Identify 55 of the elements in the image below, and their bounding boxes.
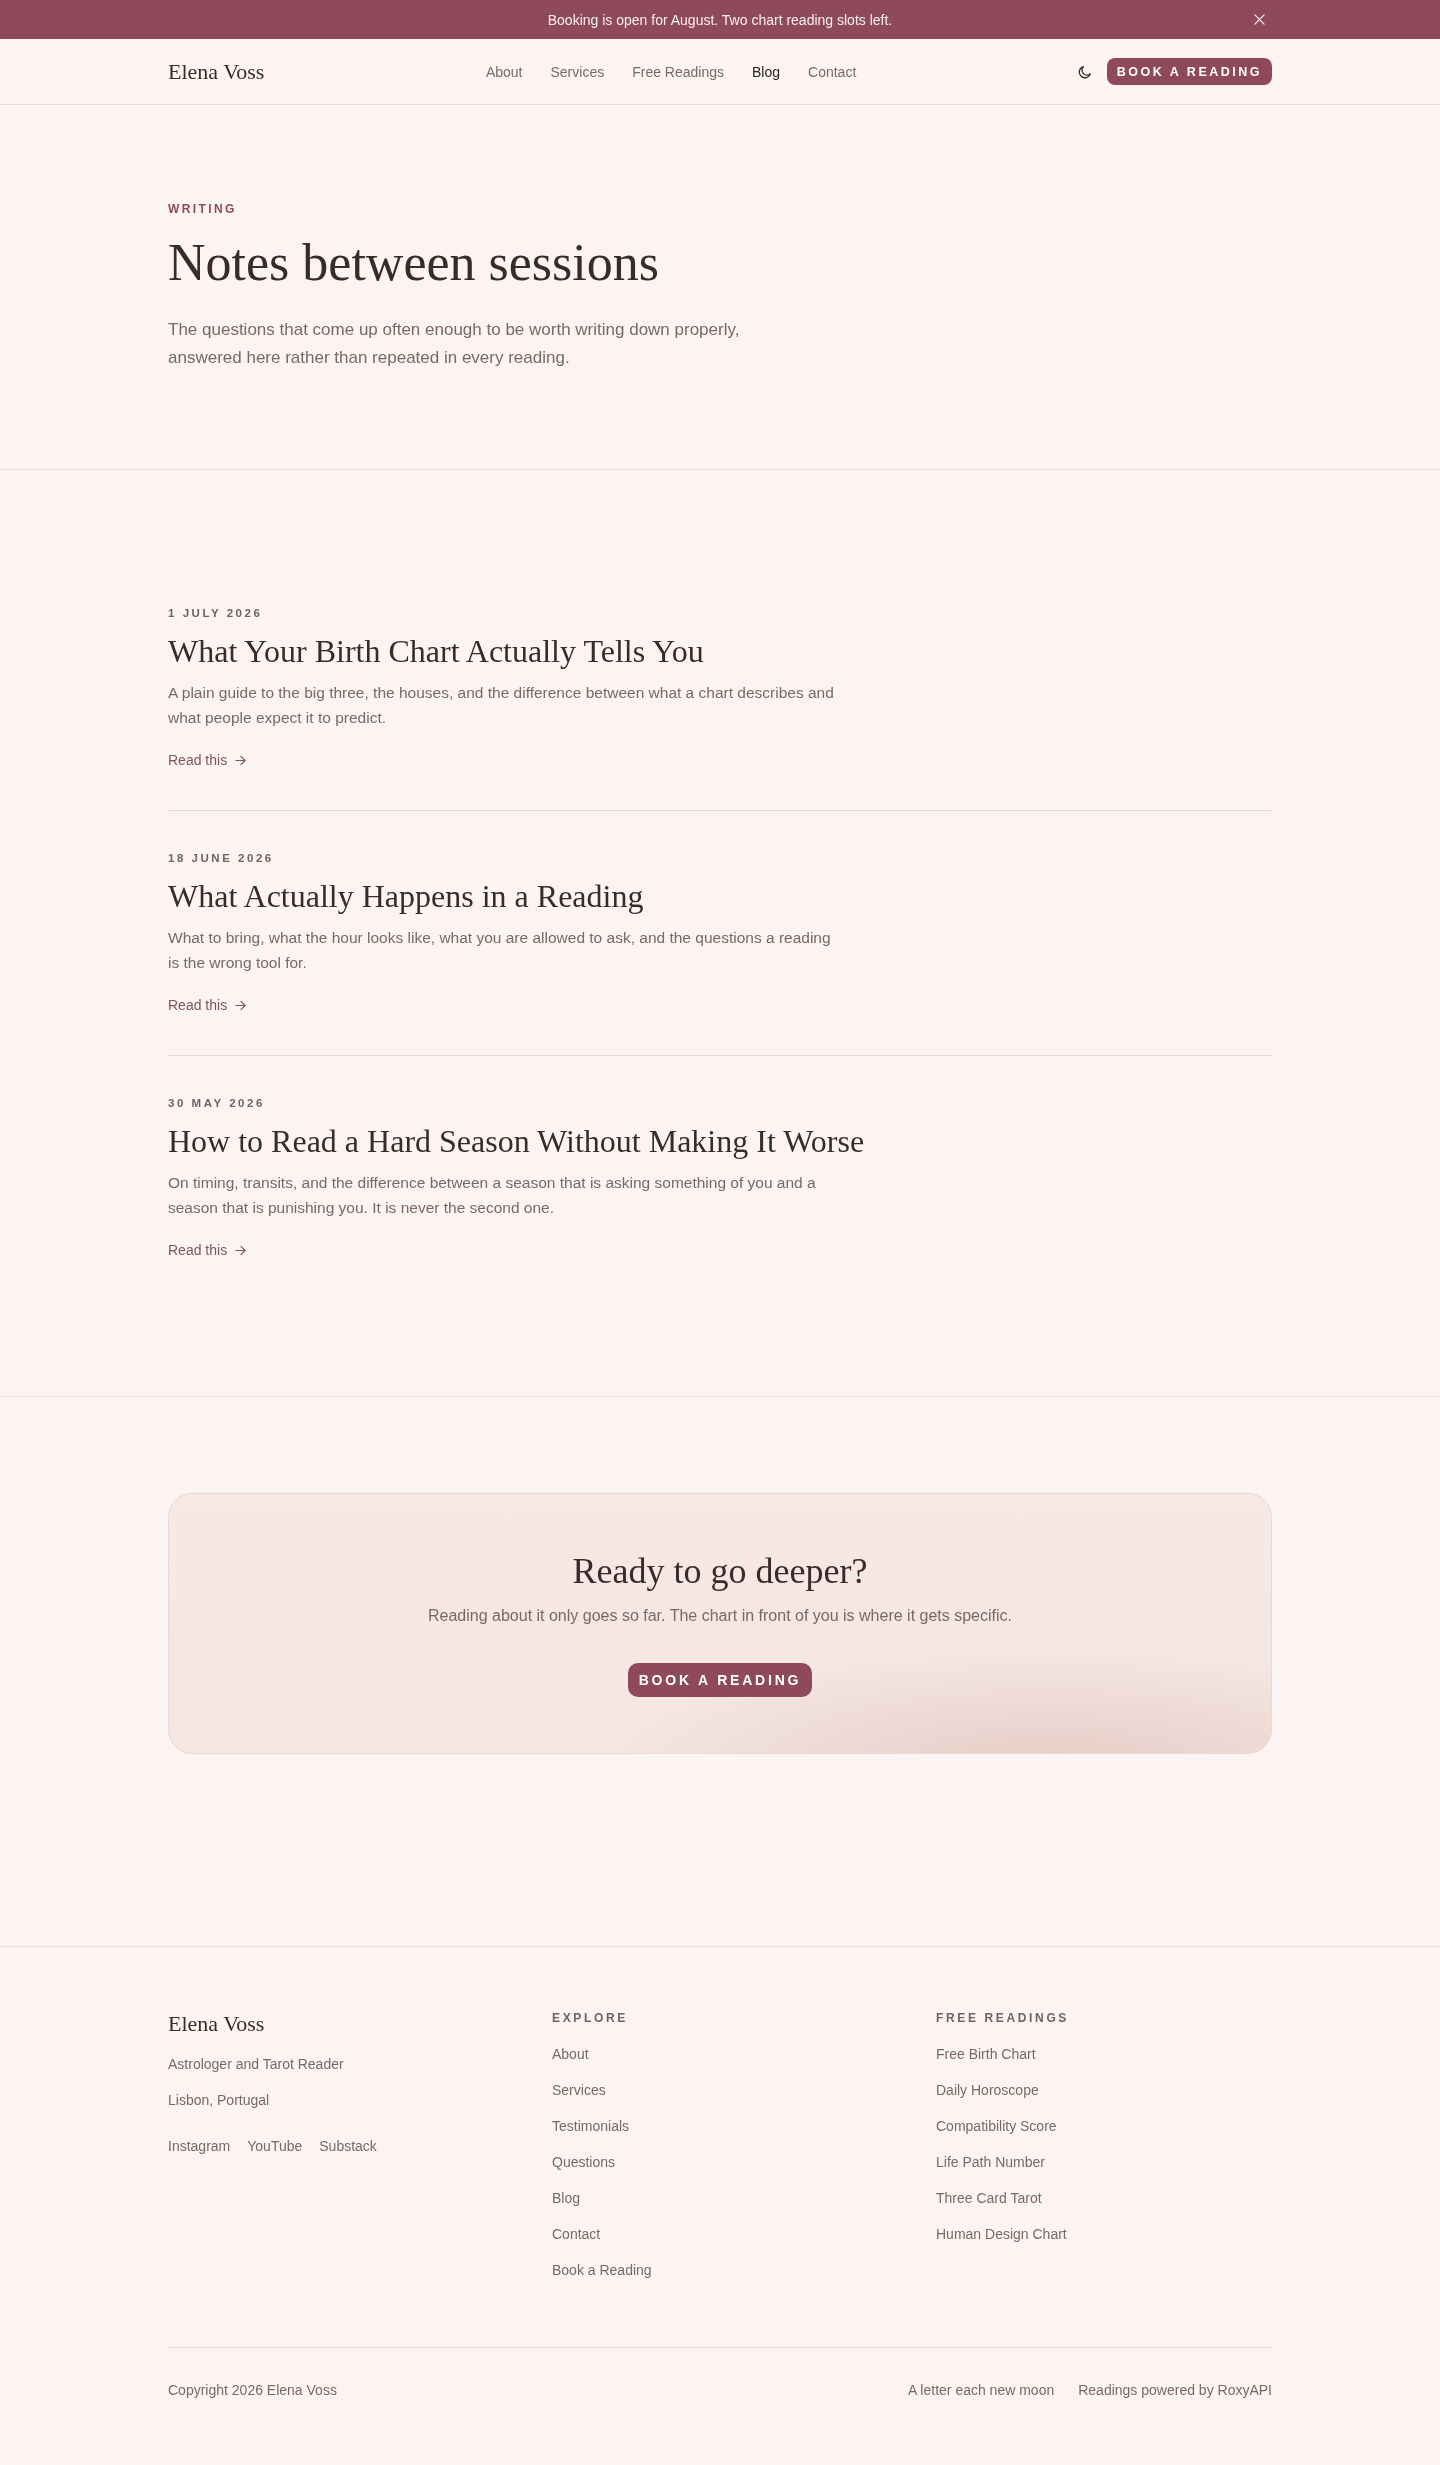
footer-link[interactable]: Book a Reading <box>552 2260 652 2280</box>
post-title[interactable]: What Your Birth Chart Actually Tells You <box>168 631 1272 671</box>
social-link[interactable]: Substack <box>319 2136 377 2156</box>
nav-link[interactable]: About <box>485 61 523 82</box>
footer-link[interactable]: Readings powered by RoxyAPI <box>1078 2380 1272 2400</box>
site-logo[interactable]: Elena Voss <box>168 57 265 86</box>
footer-link[interactable]: Daily Horoscope <box>936 2080 1039 2100</box>
copyright-text: Copyright 2026 Elena Voss <box>168 2381 337 2400</box>
nav-link[interactable]: Blog <box>752 61 781 82</box>
footer-link[interactable]: Compatibility Score <box>936 2116 1057 2136</box>
footer-link[interactable]: Testimonials <box>552 2116 630 2136</box>
read-link[interactable]: Read this <box>168 750 247 770</box>
cta-text: Reading about it only goes so far. The chart in front of you is where it gets specific. <box>428 1606 1012 1626</box>
close-icon[interactable] <box>1254 14 1265 25</box>
footer-link[interactable]: Blog <box>552 2188 581 2208</box>
footer-link[interactable]: Life Path Number <box>936 2152 1045 2172</box>
footer-link[interactable]: Free Birth Chart <box>936 2044 1036 2064</box>
post-title[interactable]: What Actually Happens in a Reading <box>168 876 1272 916</box>
nav-link[interactable]: Services <box>550 61 605 82</box>
post-summary: On timing, transits, and the difference between a season that is asking something of you and a season that is punishing you. It is never the second one. <box>168 1173 817 1218</box>
footer-heading: FREE READINGS <box>936 2010 1069 2026</box>
intro-text: The questions that come up often enough to be worth writing down properly, answered here rather than repeated in every reading. <box>168 319 741 369</box>
post-summary: A plain guide to the big three, the houses, and the difference between what a chart describes and what people expect it to predict. <box>168 683 835 728</box>
footer-link[interactable]: Three Card Tarot <box>936 2188 1042 2208</box>
footer-location: Lisbon, Portugal <box>168 2091 270 2110</box>
post-date: 1 JULY 2026 <box>168 606 264 621</box>
arrow-right-icon <box>235 1244 247 1256</box>
footer-link[interactable]: Contact <box>552 2224 601 2244</box>
arrow-right-icon <box>235 754 247 766</box>
read-link[interactable]: Read this <box>168 1240 247 1260</box>
announcement-text: Booking is open for August. Two chart reading slots left. <box>547 10 893 29</box>
social-link[interactable]: YouTube <box>247 2136 303 2156</box>
social-link[interactable]: Instagram <box>168 2136 231 2156</box>
section-eyebrow: WRITING <box>168 201 238 217</box>
nav-link[interactable]: Contact <box>808 61 857 82</box>
footer-logo[interactable]: Elena Voss <box>168 2010 265 2038</box>
footer-link[interactable]: About <box>552 2044 589 2064</box>
arrow-right-icon <box>235 999 247 1011</box>
footer-link[interactable]: Questions <box>552 2152 616 2172</box>
post-summary: What to bring, what the hour looks like, what you are allowed to ask, and the questions a reading is the wrong tool for. <box>168 928 832 973</box>
footer-heading: EXPLORE <box>552 2010 628 2026</box>
footer-link[interactable]: A letter each new moon <box>907 2380 1055 2400</box>
post-title[interactable]: How to Read a Hard Season Without Making It Worse <box>168 1121 1272 1161</box>
page-title: Notes between sessions <box>168 235 661 291</box>
book-reading-button[interactable]: BOOK A READING <box>627 1663 813 1697</box>
read-link[interactable]: Read this <box>168 995 247 1015</box>
post-date: 30 MAY 2026 <box>168 1096 266 1111</box>
cta-title: Ready to go deeper? <box>572 1550 868 1593</box>
nav-link[interactable]: Free Readings <box>632 61 724 82</box>
book-reading-button[interactable]: BOOK A READING <box>1106 58 1272 85</box>
footer-link[interactable]: Services <box>552 2080 606 2100</box>
footer-tagline: Astrologer and Tarot Reader <box>168 2055 344 2074</box>
moon-icon[interactable] <box>1077 64 1092 79</box>
post-date: 18 JUNE 2026 <box>168 851 275 866</box>
footer-link[interactable]: Human Design Chart <box>936 2224 1067 2244</box>
